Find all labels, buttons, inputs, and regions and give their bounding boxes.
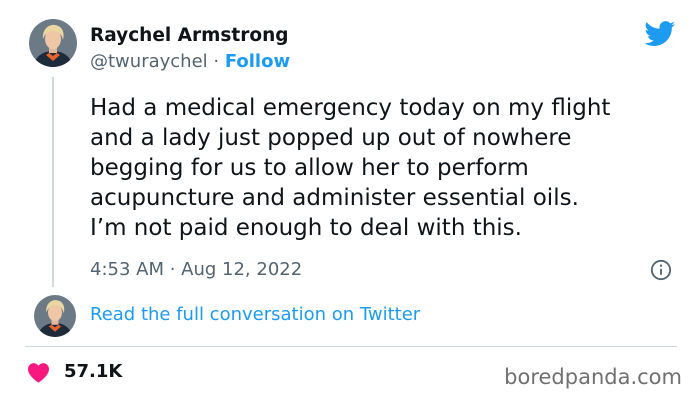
tweet-text: Had a medical emergency today on my flig… bbox=[90, 93, 690, 243]
tweet-text-line: I’m not paid enough to deal with this. bbox=[90, 215, 522, 241]
read-full-conversation-link[interactable]: Read the full conversation on Twitter bbox=[90, 304, 420, 325]
meta-separator: · bbox=[207, 51, 225, 72]
tweet-timestamp[interactable]: 4:53 AM · Aug 12, 2022 bbox=[90, 259, 302, 280]
thread-author-avatar[interactable] bbox=[34, 295, 76, 337]
thread-connector-line bbox=[52, 77, 54, 287]
like-count[interactable]: 57.1K bbox=[64, 361, 122, 382]
tweet-text-line: acupuncture and administer essential oil… bbox=[90, 185, 579, 211]
author-name[interactable]: Raychel Armstrong bbox=[90, 25, 289, 46]
author-handle[interactable]: @twuraychel bbox=[90, 51, 208, 72]
author-meta: @twuraychel · Follow bbox=[90, 51, 290, 72]
info-icon[interactable] bbox=[650, 259, 672, 281]
avatar-photo bbox=[29, 19, 77, 67]
tweet-text-line: and a lady just popped up out of nowhere bbox=[90, 125, 572, 151]
heart-icon[interactable] bbox=[27, 362, 50, 383]
divider bbox=[25, 346, 677, 347]
twitter-bird-icon[interactable] bbox=[644, 21, 676, 47]
author-avatar[interactable] bbox=[29, 19, 77, 67]
follow-button[interactable]: Follow bbox=[225, 51, 290, 72]
tweet-text-line: begging for us to allow her to perform bbox=[90, 155, 529, 181]
tweet-text-line: Had a medical emergency today on my flig… bbox=[90, 95, 611, 121]
watermark: boredpanda.com bbox=[504, 365, 682, 389]
avatar-photo bbox=[34, 295, 76, 337]
